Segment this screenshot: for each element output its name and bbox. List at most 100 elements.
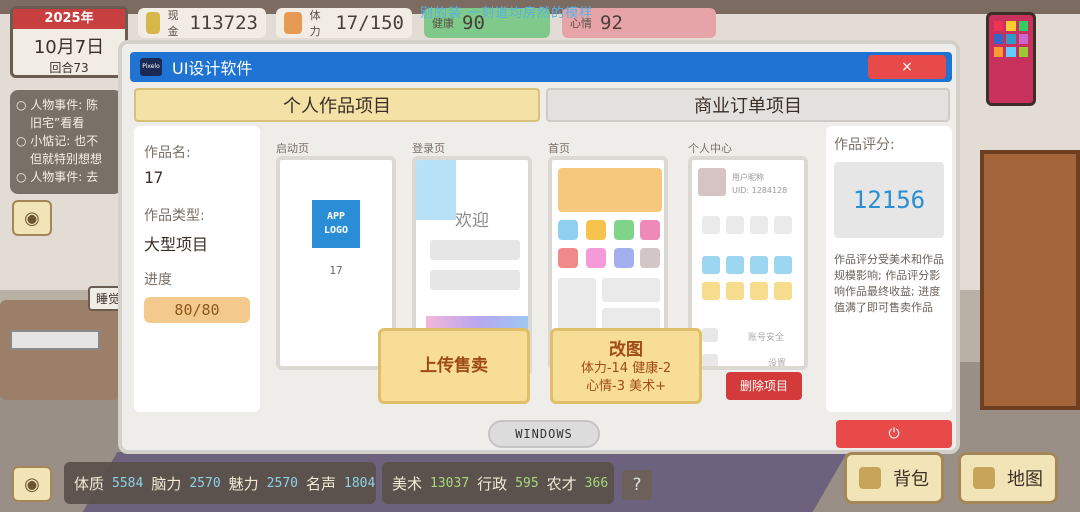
home-icon-tile	[614, 248, 634, 268]
money-icon	[146, 12, 160, 34]
close-button[interactable]: ×	[868, 55, 946, 79]
profile-tile	[726, 282, 744, 300]
home-icon-tile	[640, 220, 660, 240]
profile-tile	[750, 256, 768, 274]
profile-tile	[702, 256, 720, 274]
uid-text: UID: 1284128	[732, 186, 788, 195]
fame-label: 名声	[305, 474, 336, 493]
home-content-block	[602, 278, 660, 302]
profile-tile	[774, 256, 792, 274]
redraw-cost-1: 体力-14 健康-2	[580, 361, 672, 376]
delete-project-button[interactable]: 删除项目	[726, 372, 802, 400]
map-label: 地图	[1007, 469, 1043, 490]
progress-bar: 80/80	[144, 297, 250, 323]
profile-tile	[702, 282, 720, 300]
window-titlebar: Pixelo UI设计软件 ×	[130, 52, 952, 82]
event-item: 旧宅”看看	[30, 116, 85, 130]
work-type-label: 作品类型:	[144, 208, 205, 224]
pillow	[10, 330, 100, 350]
window-title: UI设计软件	[172, 59, 253, 78]
profile-screen-label: 个人中心	[688, 142, 732, 155]
power-icon[interactable]: ⏻	[836, 420, 952, 448]
bed[interactable]	[0, 300, 120, 400]
event-item: ○ 人物事件: 去	[16, 170, 99, 184]
home-banner	[558, 168, 662, 212]
money-display: 现金 113723	[138, 8, 266, 38]
redraw-cost-2: 心情-3 美术+	[586, 379, 666, 394]
tab-personal-projects[interactable]: 个人作品项目	[134, 88, 540, 122]
work-name-label: 作品名:	[144, 145, 191, 161]
profile-tile	[726, 256, 744, 274]
redraw-button[interactable]: 改图 体力-14 健康-2 心情-3 美术+	[550, 328, 702, 404]
map-button[interactable]: 地图	[958, 452, 1058, 504]
home-icon-tile	[558, 248, 578, 268]
score-card: 作品评分: 12156 作品评分受美术和作品规模影响; 作品评分影响作品最终收益…	[826, 126, 952, 412]
charm-value: 2570	[266, 475, 298, 491]
splash-screen-label: 启动页	[276, 142, 309, 155]
score-label: 作品评分:	[834, 137, 895, 153]
profile-screen-mockup: 用户昵称 UID: 1284128 账号安全 设置	[688, 156, 808, 370]
eye-icon[interactable]: ◉	[12, 200, 52, 236]
profile-row-icon	[702, 328, 718, 342]
profile-tile	[702, 216, 720, 234]
event-log[interactable]: ○ 人物事件: 陈 旧宅”看看 ○ 小惦记: 也不 但就特别想想 ○ 人物事件:…	[10, 90, 122, 194]
score-description: 作品评分受美术和作品规模影响; 作品评分影响作品最终收益; 进度值满了即可售卖作…	[834, 253, 944, 314]
nickname-text: 用户昵称	[732, 173, 764, 182]
farm-value: 366	[584, 475, 609, 491]
home-icon-tile	[586, 220, 606, 240]
windows-button[interactable]: WINDOWS	[488, 420, 600, 448]
score-value: 12156	[834, 162, 944, 238]
home-icon-tile	[614, 220, 634, 240]
physique-label: 体质	[74, 474, 105, 493]
brain-value: 2570	[189, 475, 221, 491]
ui-design-software-window: Pixelo UI设计软件 × 个人作品项目 商业订单项目 作品名: 17 作品…	[118, 40, 960, 454]
phone-button[interactable]	[986, 12, 1036, 106]
bag-label: 背包	[893, 469, 929, 490]
redraw-title: 改图	[609, 340, 643, 360]
login-field	[430, 270, 520, 290]
brain-label: 脑力	[151, 474, 182, 493]
art-value: 13037	[430, 475, 470, 491]
profile-tile	[774, 216, 792, 234]
stamina-icon	[284, 12, 302, 34]
event-item: ○ 人物事件: 陈	[16, 98, 99, 112]
map-icon	[973, 467, 995, 489]
progress-label: 进度	[144, 272, 172, 288]
home-icon-tile	[586, 248, 606, 268]
bag-icon	[859, 467, 881, 489]
profile-tile	[750, 216, 768, 234]
splash-caption: 17	[329, 264, 343, 277]
fame-value: 1804	[344, 475, 376, 491]
stamina-value: 17/150	[335, 12, 404, 34]
welcome-text: 欢迎	[455, 211, 489, 231]
app-logo: APP LOGO	[312, 200, 360, 248]
login-field	[430, 240, 520, 260]
app-icon: Pixelo	[140, 58, 162, 76]
date-card: 2025年 10月7日 回合73	[10, 6, 128, 78]
home-screen-label: 首页	[548, 142, 570, 155]
event-item: 但就特别想想	[30, 152, 103, 166]
work-type-value: 大型项目	[144, 235, 209, 254]
money-value: 113723	[189, 12, 258, 34]
bag-button[interactable]: 背包	[844, 452, 944, 504]
help-button[interactable]: ?	[622, 470, 652, 500]
eye-icon[interactable]: ◉	[12, 466, 52, 502]
event-item: ○ 小惦记: 也不	[16, 134, 99, 148]
account-security-text: 账号安全	[748, 333, 785, 343]
money-label: 现金	[167, 9, 179, 38]
door[interactable]	[980, 150, 1080, 410]
upload-sell-button[interactable]: 上传售卖	[378, 328, 530, 404]
art-label: 美术	[392, 474, 423, 493]
profile-tile	[726, 216, 744, 234]
admin-value: 595	[515, 475, 539, 491]
profile-tile	[750, 282, 768, 300]
tab-business-orders[interactable]: 商业订单项目	[546, 88, 950, 122]
year-label: 2025年	[13, 9, 125, 29]
farm-label: 农才	[546, 474, 577, 493]
login-screen-label: 登录页	[412, 142, 445, 155]
physique-value: 5584	[112, 475, 144, 491]
top-banner-text: 别的装 一刻道均房然的模样	[420, 6, 594, 21]
avatar	[698, 168, 726, 196]
charm-label: 魅力	[228, 474, 259, 493]
profile-tile	[774, 282, 792, 300]
